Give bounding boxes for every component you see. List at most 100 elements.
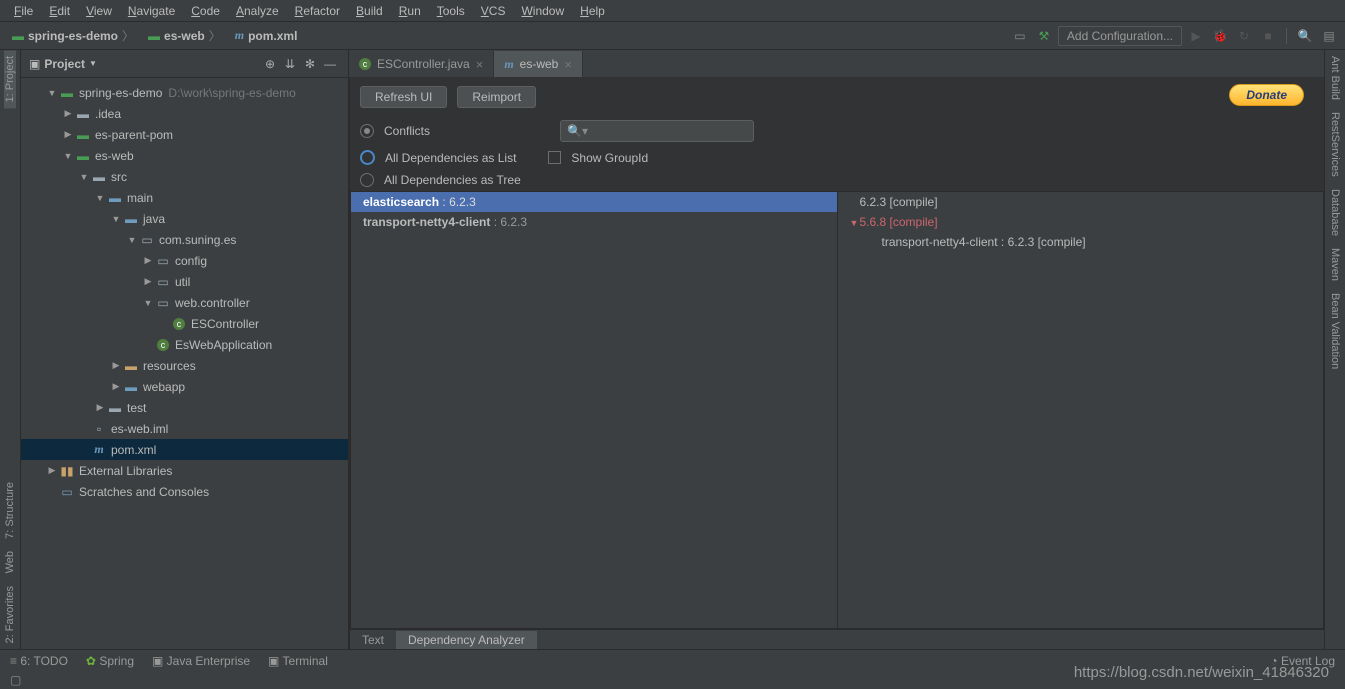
tree-item[interactable]: ▭Scratches and Consoles bbox=[21, 481, 348, 502]
editor-tab[interactable]: mes-web× bbox=[494, 51, 583, 77]
tree-item[interactable]: cESController bbox=[21, 313, 348, 334]
tree-item[interactable]: ▫es-web.iml bbox=[21, 418, 348, 439]
run-icon[interactable]: ▶ bbox=[1186, 26, 1206, 46]
folder-icon: ▬ bbox=[91, 169, 107, 185]
package-icon: ▭ bbox=[155, 253, 171, 269]
menu-edit[interactable]: Edit bbox=[41, 2, 78, 20]
event-log-button[interactable]: ◔ Event Log bbox=[1270, 654, 1335, 668]
device-icon[interactable]: ▭ bbox=[1010, 26, 1030, 46]
add-configuration-dropdown[interactable]: Add Configuration... bbox=[1058, 26, 1182, 46]
stop-icon[interactable]: ■ bbox=[1258, 26, 1278, 46]
menu-navigate[interactable]: Navigate bbox=[120, 2, 183, 20]
conflicts-label: Conflicts bbox=[384, 124, 430, 138]
all-deps-tree-label: All Dependencies as Tree bbox=[384, 173, 521, 187]
rerun-icon[interactable]: ↻ bbox=[1234, 26, 1254, 46]
tree-item[interactable]: ▶▭util bbox=[21, 271, 348, 292]
menu-analyze[interactable]: Analyze bbox=[228, 2, 287, 20]
right-tool-gutter: Ant Build RestServices Database Maven Be… bbox=[1324, 50, 1345, 649]
project-view-icon: ▣ bbox=[29, 57, 40, 71]
tree-item[interactable]: ▼▬src bbox=[21, 166, 348, 187]
favorites-toolwindow-tab[interactable]: 2: Favorites bbox=[4, 580, 16, 649]
dependency-list-left[interactable]: elasticsearch : 6.2.3transport-netty4-cl… bbox=[350, 191, 837, 629]
hammer-icon[interactable]: ⚒ bbox=[1034, 26, 1054, 46]
todo-toolwindow-button[interactable]: ≡ 6: TODO bbox=[10, 654, 68, 668]
editor-bottom-tab[interactable]: Text bbox=[350, 631, 396, 649]
tree-item[interactable]: ▼▭com.suning.es bbox=[21, 229, 348, 250]
search-everywhere-icon[interactable]: 🔍 bbox=[1295, 26, 1315, 46]
tree-item[interactable]: ▼▬java bbox=[21, 208, 348, 229]
tree-item[interactable]: ▶▬es-parent-pom bbox=[21, 124, 348, 145]
project-structure-icon[interactable]: ▤ bbox=[1319, 26, 1339, 46]
terminal-toolwindow-button[interactable]: ▣ Terminal bbox=[268, 654, 328, 668]
menu-vcs[interactable]: VCS bbox=[473, 2, 514, 20]
donate-button[interactable]: Donate bbox=[1229, 84, 1304, 106]
dependency-tree-item[interactable]: transport-netty4-client : 6.2.3 [compile… bbox=[838, 232, 1324, 252]
structure-toolwindow-tab[interactable]: 7: Structure bbox=[4, 476, 16, 545]
rest-services-tab[interactable]: RestServices bbox=[1329, 106, 1341, 183]
debug-icon[interactable]: 🐞 bbox=[1210, 26, 1230, 46]
menu-tools[interactable]: Tools bbox=[429, 2, 473, 20]
tree-item[interactable]: ▶▬.idea bbox=[21, 103, 348, 124]
menu-build[interactable]: Build bbox=[348, 2, 391, 20]
close-icon[interactable]: × bbox=[564, 57, 572, 72]
editor-tab[interactable]: cESController.java× bbox=[349, 51, 494, 77]
tree-item[interactable]: ▶▭config bbox=[21, 250, 348, 271]
hide-icon[interactable]: — bbox=[320, 54, 340, 74]
maven-dependency-analyzer: Refresh UI Reimport Donate Conflicts 🔍▾ … bbox=[349, 78, 1324, 649]
menu-refactor[interactable]: Refactor bbox=[287, 2, 348, 20]
ant-build-tab[interactable]: Ant Build bbox=[1329, 50, 1341, 106]
menu-help[interactable]: Help bbox=[572, 2, 613, 20]
show-tool-windows-icon[interactable]: ▢ bbox=[10, 673, 21, 687]
close-icon[interactable]: × bbox=[476, 57, 484, 72]
menu-window[interactable]: Window bbox=[513, 2, 572, 20]
project-toolwindow-tab[interactable]: 1: Project bbox=[4, 50, 16, 108]
collapse-all-icon[interactable]: ⇊ bbox=[280, 54, 300, 74]
show-groupid-checkbox[interactable] bbox=[548, 151, 561, 164]
dependency-item[interactable]: elasticsearch : 6.2.3 bbox=[351, 192, 837, 212]
tree-item[interactable]: mpom.xml bbox=[21, 439, 348, 460]
module-icon: ▬ bbox=[59, 85, 75, 101]
dependency-tree-right[interactable]: 6.2.3 [compile]▼5.6.8 [compile]transport… bbox=[837, 191, 1325, 629]
dependency-tree-item[interactable]: 6.2.3 [compile] bbox=[838, 192, 1324, 212]
menu-run[interactable]: Run bbox=[391, 2, 429, 20]
tree-item[interactable]: ▶▬webapp bbox=[21, 376, 348, 397]
web-toolwindow-tab[interactable]: Web bbox=[4, 545, 16, 579]
database-tab[interactable]: Database bbox=[1329, 183, 1341, 242]
dependency-item[interactable]: transport-netty4-client : 6.2.3 bbox=[351, 212, 837, 232]
locate-icon[interactable]: ⊕ bbox=[260, 54, 280, 74]
tree-item[interactable]: ▶▬test bbox=[21, 397, 348, 418]
all-deps-tree-radio[interactable] bbox=[360, 173, 374, 187]
maven-tab[interactable]: Maven bbox=[1329, 242, 1341, 287]
bean-validation-tab[interactable]: Bean Validation bbox=[1329, 287, 1341, 375]
tree-item[interactable]: ▼▬es-web bbox=[21, 145, 348, 166]
menubar: FileEditViewNavigateCodeAnalyzeRefactorB… bbox=[0, 0, 1345, 22]
tree-item[interactable]: ▼▭web.controller bbox=[21, 292, 348, 313]
dependency-search-input[interactable]: 🔍▾ bbox=[560, 120, 754, 142]
dependency-tree-item[interactable]: ▼5.6.8 [compile] bbox=[838, 212, 1324, 232]
settings-icon[interactable]: ✻ bbox=[300, 54, 320, 74]
java-enterprise-toolwindow-button[interactable]: ▣ Java Enterprise bbox=[152, 654, 250, 668]
project-tree[interactable]: ▼▬spring-es-demoD:\work\spring-es-demo▶▬… bbox=[21, 78, 348, 649]
tree-item[interactable]: ▶▬resources bbox=[21, 355, 348, 376]
breadcrumb-item[interactable]: ▬ spring-es-demo〉 bbox=[6, 25, 140, 46]
menu-view[interactable]: View bbox=[78, 2, 120, 20]
project-view-dropdown-icon[interactable]: ▼ bbox=[89, 59, 97, 68]
footer: ▢ bbox=[0, 671, 1345, 689]
reimport-button[interactable]: Reimport bbox=[457, 86, 536, 108]
menu-file[interactable]: File bbox=[6, 2, 41, 20]
package-icon: ▭ bbox=[155, 295, 171, 311]
tree-item[interactable]: cEsWebApplication bbox=[21, 334, 348, 355]
tree-item[interactable]: ▼▬spring-es-demoD:\work\spring-es-demo bbox=[21, 82, 348, 103]
project-panel-title[interactable]: Project bbox=[44, 57, 85, 71]
conflicts-radio[interactable] bbox=[360, 124, 374, 138]
refresh-ui-button[interactable]: Refresh UI bbox=[360, 86, 447, 108]
all-deps-list-radio[interactable] bbox=[360, 150, 375, 165]
spring-toolwindow-button[interactable]: ✿ Spring bbox=[86, 654, 134, 668]
menu-code[interactable]: Code bbox=[183, 2, 228, 20]
editor-bottom-tab[interactable]: Dependency Analyzer bbox=[396, 631, 537, 649]
tree-item[interactable]: ▶▮▮External Libraries bbox=[21, 460, 348, 481]
tree-item[interactable]: ▼▬main bbox=[21, 187, 348, 208]
breadcrumb-item[interactable]: m pom.xml bbox=[229, 26, 304, 45]
folder-icon: ▬ bbox=[75, 106, 91, 122]
breadcrumb-item[interactable]: ▬ es-web〉 bbox=[142, 25, 227, 46]
